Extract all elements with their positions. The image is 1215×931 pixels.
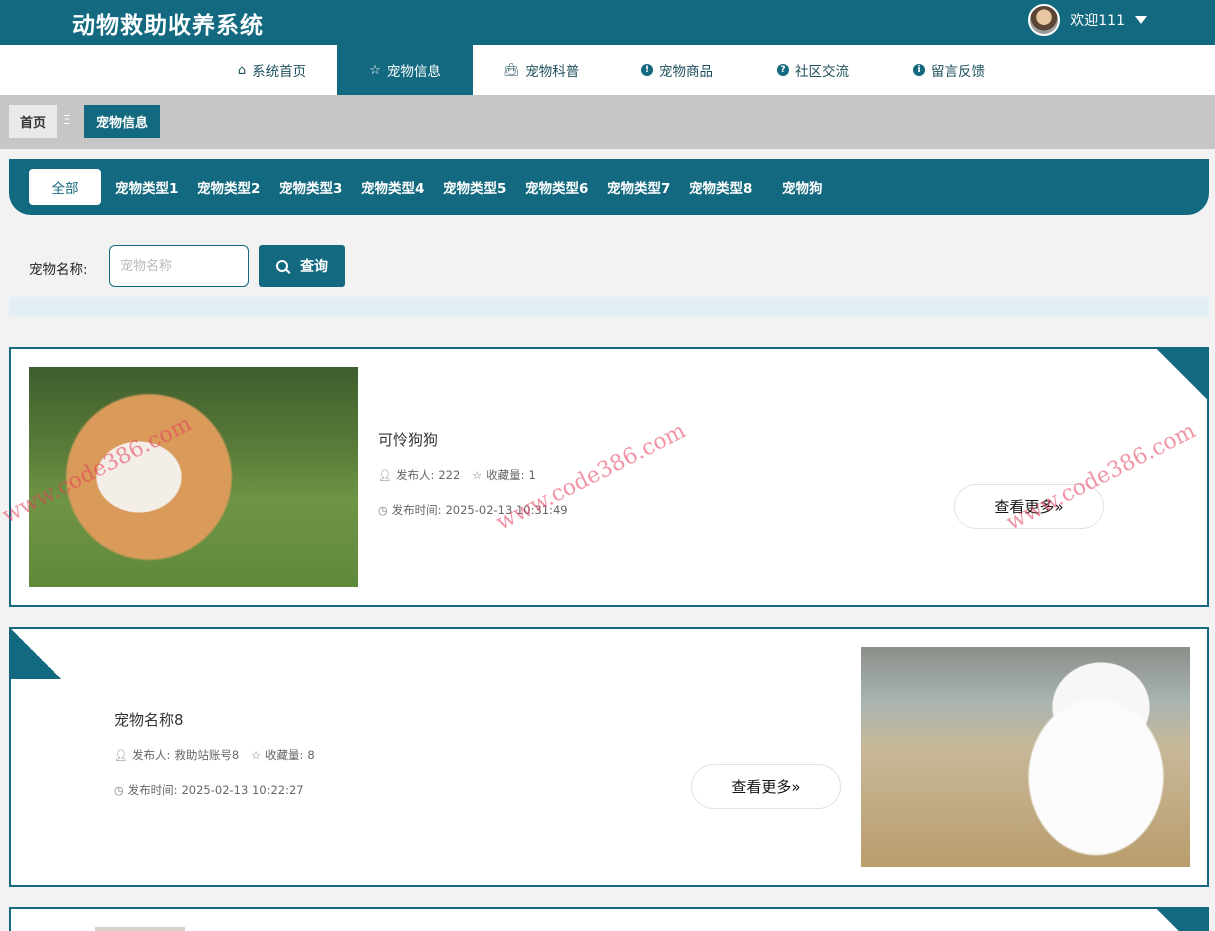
category-item[interactable]: 宠物类型4 <box>361 169 424 205</box>
pet-name[interactable]: 宠物名称8 <box>114 709 184 730</box>
breadcrumb-home[interactable]: 首页 <box>9 105 57 138</box>
search-button-label: 查询 <box>300 259 328 275</box>
category-all[interactable]: 全部 <box>29 169 101 205</box>
favorites-value: 1 <box>528 468 536 482</box>
publisher-label: 发布人: <box>395 468 435 482</box>
time-label: 发布时间: <box>391 503 442 517</box>
nav-item-pet-goods[interactable]: ! 宠物商品 <box>609 45 745 95</box>
star-icon: ☆ <box>251 748 262 762</box>
question-icon: ? <box>777 64 789 76</box>
nav-item-pet-science[interactable]: 👜︎ 宠物科普 <box>473 45 609 95</box>
time-value: 2025-02-13 10:22:27 <box>181 783 304 797</box>
pet-meta-row: 👤︎ 发布人: 救助站账号8 ☆ 收藏量: 8 <box>114 747 315 763</box>
view-more-label: 查看更多 <box>731 778 792 796</box>
nav-item-feedback[interactable]: i 留言反馈 <box>881 45 1017 95</box>
time-value: 2025-02-13 10:31:49 <box>445 503 568 517</box>
search-button[interactable]: 查询 <box>259 245 345 287</box>
app-title: 动物救助收养系统 <box>72 13 264 39</box>
clock-icon: ◷ <box>378 503 388 517</box>
divider-strip <box>9 297 1209 317</box>
nav-item-community[interactable]: ? 社区交流 <box>745 45 881 95</box>
publisher-label: 发布人: <box>131 748 171 762</box>
corner-decoration <box>1157 909 1207 931</box>
nav-item-pet-info[interactable]: ☆ 宠物信息 <box>337 45 473 95</box>
category-bar: 全部 宠物类型1 宠物类型2 宠物类型3 宠物类型4 宠物类型5 宠物类型6 宠… <box>9 159 1209 215</box>
pet-name[interactable]: 可怜狗狗 <box>378 429 438 450</box>
category-item[interactable]: 宠物类型7 <box>607 169 670 205</box>
breadcrumb-current: 宠物信息 <box>84 105 160 138</box>
star-icon: ☆ <box>472 468 483 482</box>
favorites-value: 8 <box>307 748 315 762</box>
nav-item-label: 宠物信息 <box>386 64 441 80</box>
corner-decoration <box>11 629 61 679</box>
double-chevron-right-icon: » <box>1054 497 1064 516</box>
view-more-button[interactable]: 查看更多 » <box>954 484 1104 529</box>
pet-image[interactable] <box>861 647 1190 867</box>
category-item[interactable]: 宠物类型5 <box>443 169 506 205</box>
pet-card[interactable]: 可怜狗狗 👤︎ 发布人: 222 ☆ 收藏量: 1 ◷ 发布时间: 2025-0… <box>9 347 1209 607</box>
main-nav: ⌂ 系统首页 ☆ 宠物信息 👜︎ 宠物科普 ! 宠物商品 ? 社区交流 i 留言… <box>0 45 1215 95</box>
corner-decoration <box>1157 349 1207 399</box>
top-header: 动物救助收养系统 欢迎111 <box>0 0 1215 45</box>
nav-item-label: 宠物科普 <box>525 64 580 80</box>
star-icon: ☆ <box>369 62 381 78</box>
nav-item-label: 宠物商品 <box>659 64 713 80</box>
nav-item-label: 社区交流 <box>795 64 849 80</box>
category-item[interactable]: 宠物狗 <box>782 169 823 205</box>
search-label: 宠物名称: <box>29 262 88 278</box>
search-icon <box>276 260 288 272</box>
time-label: 发布时间: <box>127 783 178 797</box>
clock-icon: ◷ <box>114 783 124 797</box>
favorites-label: 收藏量: <box>265 748 304 762</box>
nav-item-home[interactable]: ⌂ 系统首页 <box>204 45 340 95</box>
category-item[interactable]: 宠物类型8 <box>689 169 752 205</box>
home-icon: ⌂ <box>237 62 247 78</box>
user-menu[interactable]: 欢迎111 <box>1028 4 1147 36</box>
nav-item-label: 系统首页 <box>252 64 307 80</box>
caret-down-icon[interactable] <box>1135 16 1147 24</box>
category-item[interactable]: 宠物类型6 <box>525 169 588 205</box>
pet-meta-row: 👤︎ 发布人: 222 ☆ 收藏量: 1 <box>378 467 536 483</box>
user-icon: 👤︎ <box>378 468 392 482</box>
publisher-value: 222 <box>438 468 461 482</box>
view-more-label: 查看更多 <box>994 498 1055 516</box>
view-more-button[interactable]: 查看更多 » <box>691 764 841 809</box>
pet-time-row: ◷ 发布时间: 2025-02-13 10:22:27 <box>114 782 304 798</box>
breadcrumb-separator: Ξ <box>63 113 71 127</box>
publisher-value: 救助站账号8 <box>174 748 240 762</box>
favorites-label: 收藏量: <box>486 468 525 482</box>
search-input[interactable] <box>109 245 249 287</box>
user-icon: 👤︎ <box>114 748 128 762</box>
exclamation-icon: ! <box>641 64 653 76</box>
pet-card[interactable]: 宠物名称8 👤︎ 发布人: 救助站账号8 ☆ 收藏量: 8 ◷ 发布时间: 20… <box>9 627 1209 887</box>
category-item[interactable]: 宠物类型1 <box>115 169 178 205</box>
pet-time-row: ◷ 发布时间: 2025-02-13 10:31:49 <box>378 502 568 518</box>
avatar[interactable] <box>1028 4 1061 36</box>
breadcrumb: 首页 Ξ 宠物信息 <box>0 95 1215 149</box>
double-chevron-right-icon: » <box>791 777 801 796</box>
pet-image[interactable] <box>95 927 185 931</box>
pet-image[interactable] <box>29 367 358 587</box>
pet-card[interactable] <box>9 907 1209 931</box>
bag-icon: 👜︎ <box>502 62 520 78</box>
category-item[interactable]: 宠物类型3 <box>279 169 342 205</box>
category-item[interactable]: 宠物类型2 <box>197 169 260 205</box>
user-greeting[interactable]: 欢迎111 <box>1070 10 1125 30</box>
nav-item-label: 留言反馈 <box>931 64 985 80</box>
info-icon: i <box>913 64 925 76</box>
